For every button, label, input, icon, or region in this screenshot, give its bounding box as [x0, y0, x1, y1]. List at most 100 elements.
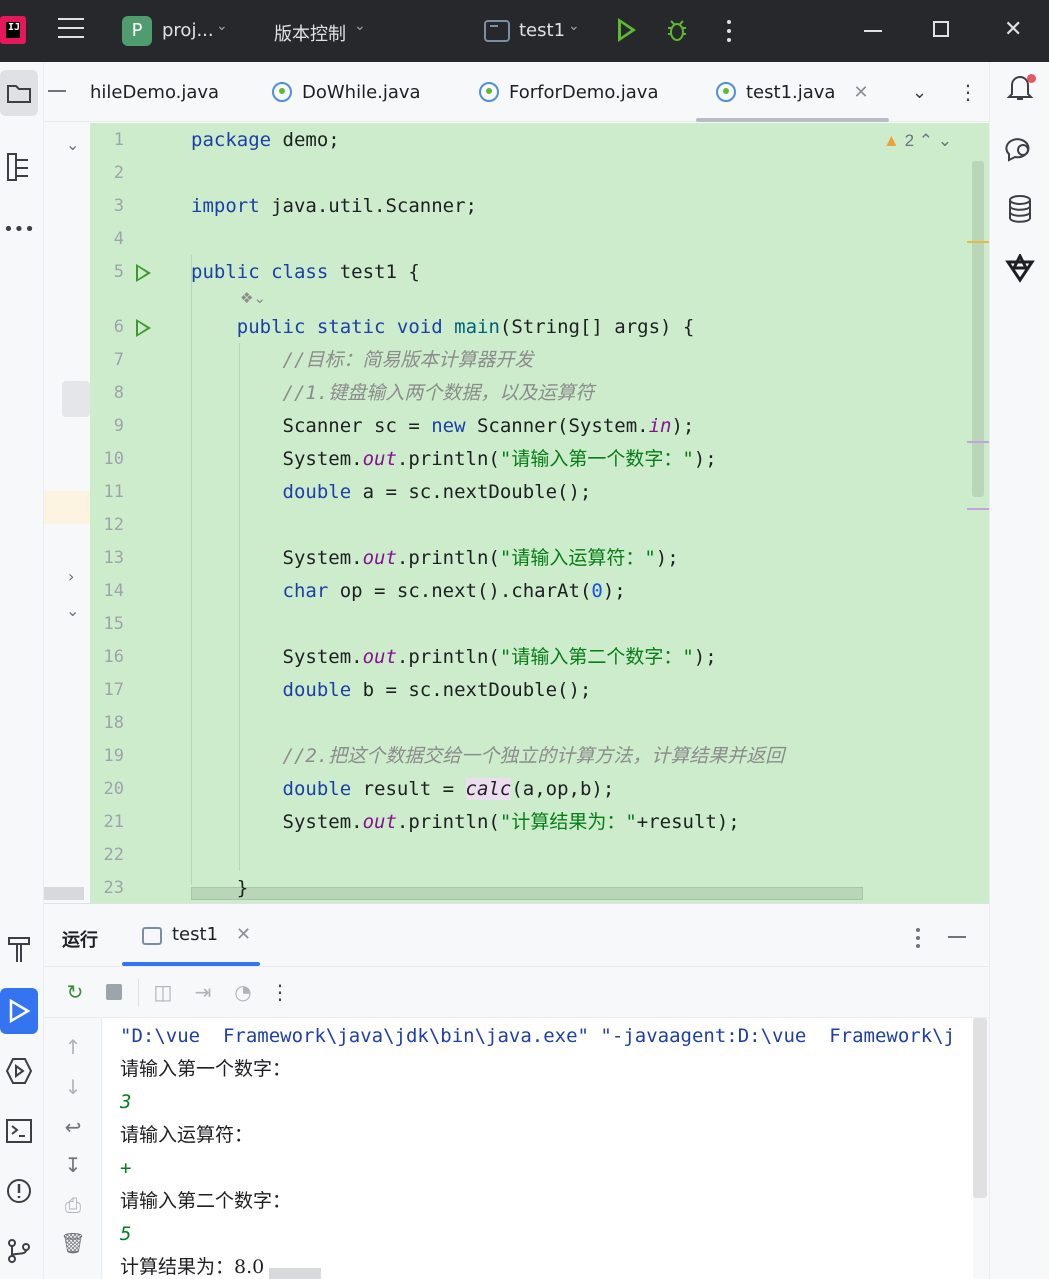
code-line[interactable]: 1 package demo;: [90, 124, 989, 157]
hide-panel-button[interactable]: [948, 936, 966, 938]
code-line[interactable]: 10 System.out.println("请输入第一个数字：");: [90, 443, 989, 476]
more-actions-icon[interactable]: ⋮: [267, 979, 293, 1005]
code-line[interactable]: 14 char op = sc.next().charAt(0);: [90, 575, 989, 608]
collapse-icon[interactable]: [48, 90, 66, 92]
scroll-thumb[interactable]: [62, 381, 90, 417]
line-number: 8: [113, 383, 124, 403]
code-line[interactable]: 21 System.out.println("计算结果为："+result);: [90, 806, 989, 839]
tabs-dropdown-icon[interactable]: ⌄: [912, 62, 927, 122]
project-avatar[interactable]: P: [122, 16, 152, 46]
code-area[interactable]: ❖⌄ ▲ 2 ⌃ ⌄ 1 package demo; 2 3 import java.u…: [90, 123, 989, 903]
gutter-run-icon[interactable]: [136, 319, 151, 337]
run-tool-icon[interactable]: [0, 988, 38, 1034]
expand-chevron-icon[interactable]: ›: [68, 567, 74, 586]
editor-tab-bar: hileDemo.java DoWhile.java ForforDemo.ja…: [44, 62, 989, 122]
plugin-icon[interactable]: [1002, 252, 1038, 290]
more-options-icon[interactable]: [916, 928, 920, 952]
chevron-down-icon[interactable]: ⌄: [568, 18, 580, 34]
up-arrow-icon[interactable]: ↑: [60, 1034, 86, 1060]
soft-wrap-icon[interactable]: ↩: [60, 1114, 86, 1140]
code-line[interactable]: 5 public class test1 {: [90, 256, 989, 289]
main-menu-icon[interactable]: [58, 18, 84, 40]
notifications-icon[interactable]: [1002, 72, 1038, 108]
java-class-icon: [716, 82, 736, 102]
down-arrow-icon[interactable]: ↓: [60, 1074, 86, 1100]
close-window-button[interactable]: ✕: [1004, 19, 1022, 41]
code-line[interactable]: 18: [90, 707, 989, 740]
code-line[interactable]: 6 public static void main(String[] args)…: [90, 311, 989, 344]
scroll-to-end-icon[interactable]: ↧: [60, 1152, 86, 1178]
code-line[interactable]: 20 double result = calc(a,op,b);: [90, 773, 989, 806]
code-editor[interactable]: ⌄ › ⌄ ❖⌄ ▲ 2 ⌃ ⌄ 1 package demo; 2 3 import …: [44, 123, 989, 903]
code-line[interactable]: 9 Scanner sc = new Scanner(System.in);: [90, 410, 989, 443]
services-icon[interactable]: [0, 1048, 38, 1094]
code-text: package demo;: [191, 129, 340, 151]
scroll-thumb[interactable]: [44, 887, 84, 900]
run-tab-test1[interactable]: test1 ✕: [122, 924, 260, 966]
stop-icon[interactable]: [101, 979, 127, 1005]
chevron-down-icon[interactable]: ⌄: [354, 18, 366, 34]
code-line[interactable]: 7 //目标：简易版本计算器开发: [90, 344, 989, 377]
code-line[interactable]: 17 double b = sc.nextDouble();: [90, 674, 989, 707]
gutter-run-icon[interactable]: [136, 264, 151, 282]
code-line[interactable]: 4: [90, 223, 989, 256]
git-branch-icon[interactable]: [0, 1228, 38, 1274]
code-text: char op = sc.next().charAt(0);: [282, 580, 626, 602]
tab-test1[interactable]: test1.java ✕: [696, 62, 889, 122]
more-actions-icon[interactable]: [727, 20, 731, 47]
code-text: public class test1 {: [191, 261, 420, 283]
code-line[interactable]: 2: [90, 157, 989, 190]
close-tab-icon[interactable]: ✕: [236, 924, 251, 945]
notification-badge: [1027, 74, 1036, 83]
project-folder-icon[interactable]: [0, 70, 38, 116]
code-line[interactable]: 11 double a = sc.nextDouble();: [90, 476, 989, 509]
camera-icon[interactable]: ◫: [150, 979, 176, 1005]
ai-assistant-icon[interactable]: [1002, 134, 1038, 170]
tab-whiledemo[interactable]: hileDemo.java: [90, 62, 219, 122]
terminal-icon[interactable]: [0, 1108, 38, 1154]
code-line[interactable]: 23 }: [90, 872, 989, 903]
code-line[interactable]: 22: [90, 839, 989, 872]
console-output[interactable]: "D:\vue Framework\java\jdk\bin\java.exe"…: [103, 1018, 973, 1279]
tab-forfordemo[interactable]: ForforDemo.java: [479, 62, 658, 122]
fold-chevron-icon[interactable]: ⌄: [66, 601, 79, 620]
run-config-selector[interactable]: test1: [519, 20, 565, 41]
tab-label: test1.java: [746, 81, 836, 103]
tabs-more-icon[interactable]: ⋮: [958, 62, 978, 122]
tab-dowhile[interactable]: DoWhile.java: [272, 62, 421, 122]
restore-layout-icon[interactable]: ⇥: [190, 979, 216, 1005]
chevron-down-icon[interactable]: ⌄: [216, 18, 228, 34]
code-line[interactable]: 8 //1.键盘输入两个数据，以及运算符: [90, 377, 989, 410]
problems-icon[interactable]: [0, 1168, 38, 1214]
code-line[interactable]: 12: [90, 509, 989, 542]
code-line[interactable]: 19 //2.把这个数据交给一个独立的计算方法，计算结果并返回: [90, 740, 989, 773]
run-config-icon: [484, 20, 510, 42]
code-line[interactable]: 16 System.out.println("请输入第二个数字：");: [90, 641, 989, 674]
code-line[interactable]: 13 System.out.println("请输入运算符：");: [90, 542, 989, 575]
database-icon[interactable]: [1002, 194, 1038, 230]
code-line[interactable]: 15: [90, 608, 989, 641]
trash-icon[interactable]: 🗑: [60, 1230, 86, 1256]
run-icon[interactable]: [618, 18, 636, 42]
fold-chevron-icon[interactable]: ⌄: [66, 135, 79, 154]
project-name[interactable]: proj...: [162, 20, 214, 41]
close-tab-icon[interactable]: ✕: [853, 82, 868, 103]
console-scrollbar[interactable]: [973, 1018, 987, 1198]
print-icon[interactable]: ⎙: [60, 1192, 86, 1218]
code-line[interactable]: 3 import java.util.Scanner;: [90, 190, 989, 223]
tab-label: ForforDemo.java: [509, 81, 659, 103]
ai-hint-icon[interactable]: ❖⌄: [240, 289, 266, 307]
code-text: public static void main(String[] args) {: [236, 316, 695, 338]
vcs-menu[interactable]: 版本控制: [274, 20, 346, 46]
structure-icon[interactable]: [0, 144, 38, 190]
debug-icon[interactable]: [666, 18, 688, 42]
code-text: //2.把这个数据交给一个独立的计算方法，计算结果并返回: [282, 745, 785, 767]
minimize-button[interactable]: [864, 30, 882, 32]
rerun-icon[interactable]: ↻: [62, 979, 88, 1005]
more-tools-icon[interactable]: •••: [0, 206, 38, 252]
code-text: System.out.println("请输入第二个数字：");: [191, 646, 717, 668]
maximize-button[interactable]: [933, 21, 949, 37]
profiler-gauge-icon[interactable]: ◔: [230, 979, 256, 1005]
build-hammer-icon[interactable]: [0, 926, 38, 972]
console-horizontal-scrollbar[interactable]: [269, 1268, 321, 1279]
